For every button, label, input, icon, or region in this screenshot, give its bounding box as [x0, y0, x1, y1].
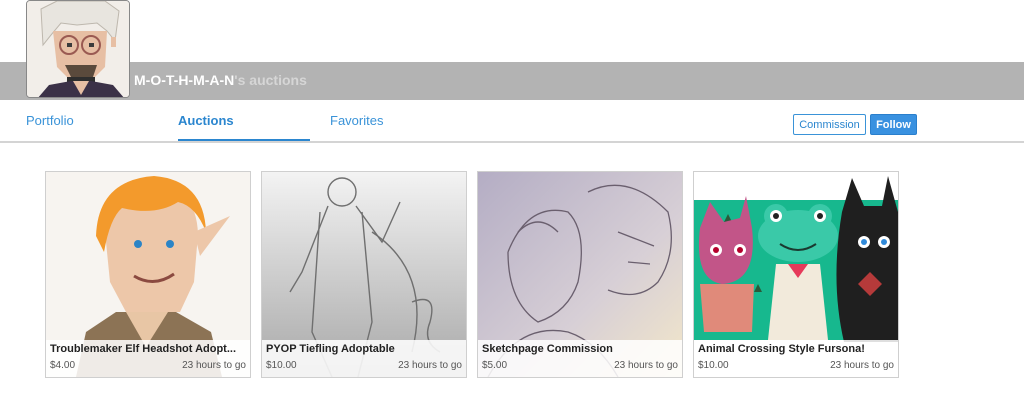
auction-title[interactable]: Sketchpage Commission: [482, 343, 678, 355]
auction-card-footer: Troublemaker Elf Headshot Adopt... $4.00…: [46, 340, 250, 377]
tab-portfolio[interactable]: Portfolio: [26, 113, 74, 128]
auction-card-footer: Animal Crossing Style Fursona! $10.00 23…: [694, 340, 898, 377]
auction-price: $10.00: [698, 360, 729, 371]
profile-heading: M-O-T-H-M-A-N's auctions: [134, 72, 307, 88]
pixel-art-avatar-icon: [27, 1, 129, 97]
avatar[interactable]: [26, 0, 130, 98]
auction-card[interactable]: Sketchpage Commission $5.00 23 hours to …: [477, 171, 683, 378]
auction-time-left: 23 hours to go: [398, 360, 462, 371]
active-tab-indicator: [178, 139, 310, 141]
auction-card[interactable]: Animal Crossing Style Fursona! $10.00 23…: [693, 171, 899, 378]
auction-card-footer: PYOP Tiefling Adoptable $10.00 23 hours …: [262, 340, 466, 377]
auction-price: $5.00: [482, 360, 508, 371]
profile-page: M-O-T-H-M-A-N's auctions Portfolio Aucti…: [0, 0, 1024, 400]
follow-button[interactable]: Follow: [870, 114, 917, 135]
auction-title[interactable]: Troublemaker Elf Headshot Adopt...: [50, 343, 246, 355]
auction-card[interactable]: PYOP Tiefling Adoptable $10.00 23 hours …: [261, 171, 467, 378]
username[interactable]: M-O-T-H-M-A-N: [134, 72, 234, 88]
auction-card-footer: Sketchpage Commission $5.00 23 hours to …: [478, 340, 682, 377]
tabs-bar: Portfolio Auctions Favorites Commission …: [0, 101, 1024, 143]
title-suffix: 's auctions: [234, 72, 307, 88]
auction-price: $10.00: [266, 360, 297, 371]
auction-title[interactable]: Animal Crossing Style Fursona!: [698, 343, 894, 355]
auction-time-left: 23 hours to go: [830, 360, 894, 371]
auction-card[interactable]: Troublemaker Elf Headshot Adopt... $4.00…: [45, 171, 251, 378]
auction-time-left: 23 hours to go: [182, 360, 246, 371]
auction-time-left: 23 hours to go: [614, 360, 678, 371]
commission-button[interactable]: Commission: [793, 114, 866, 135]
auction-price: $4.00: [50, 360, 76, 371]
tab-auctions[interactable]: Auctions: [178, 113, 234, 128]
auction-title[interactable]: PYOP Tiefling Adoptable: [266, 343, 462, 355]
tab-favorites[interactable]: Favorites: [330, 113, 383, 128]
